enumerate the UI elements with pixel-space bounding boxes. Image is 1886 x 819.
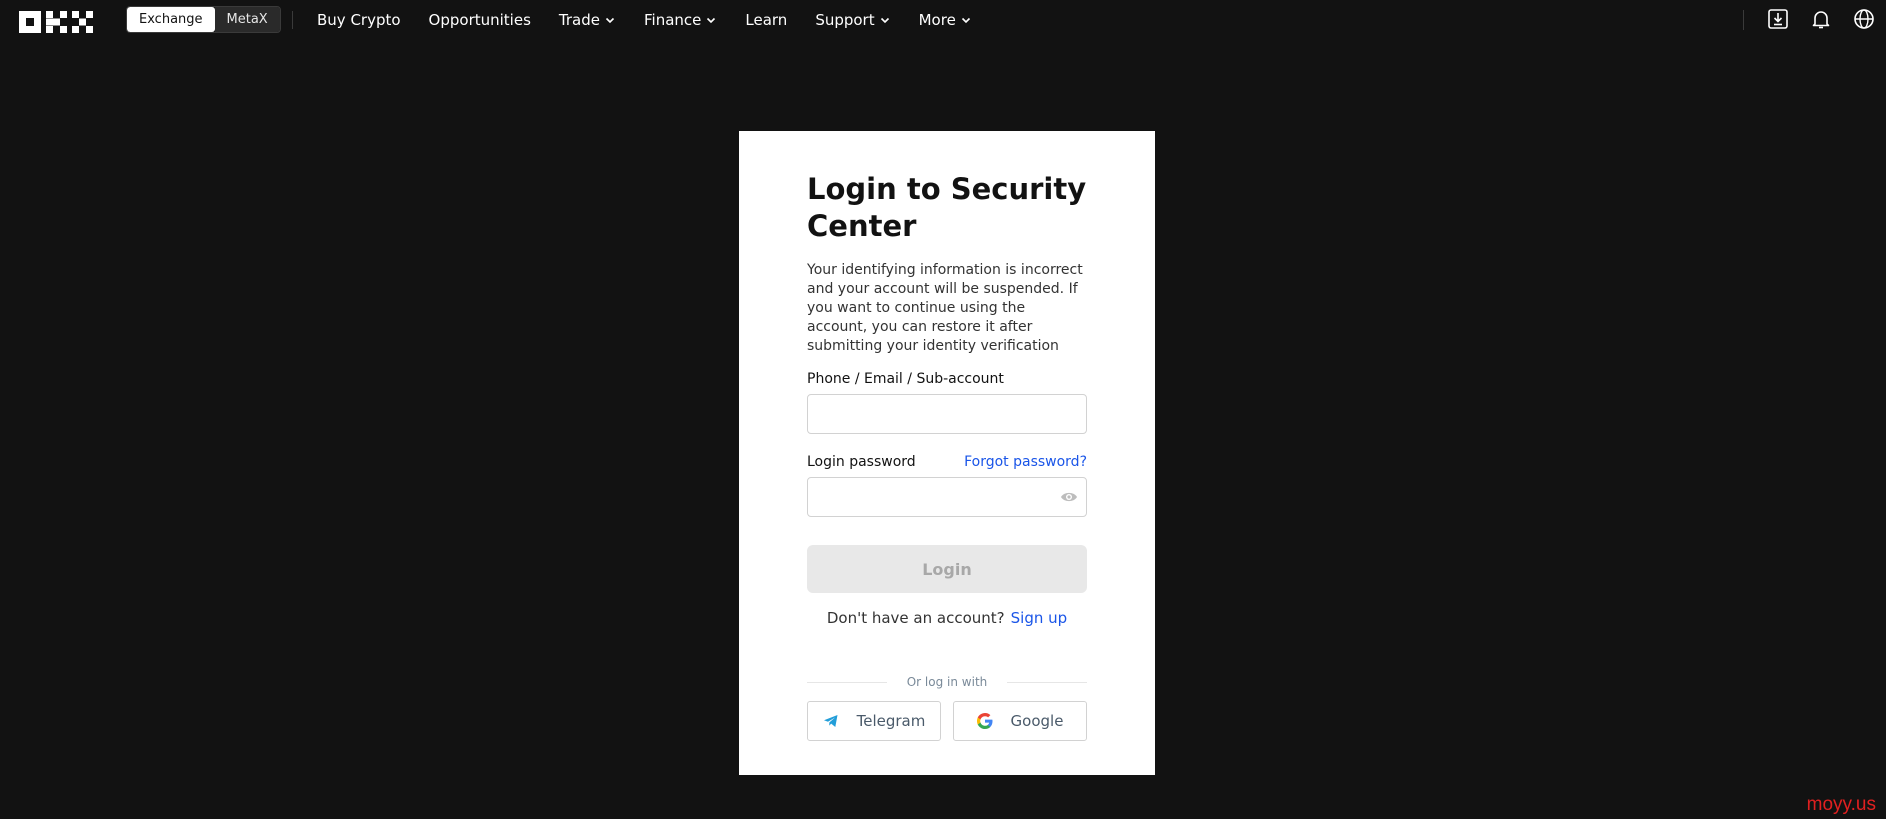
password-label: Login password (807, 454, 916, 470)
telegram-icon (823, 715, 838, 727)
chevron-down-icon (605, 17, 615, 24)
nav-label: Support (815, 11, 875, 29)
icons-divider (1743, 10, 1744, 30)
nav-label: More (918, 11, 956, 29)
or-log-in-with-text: Or log in with (906, 675, 988, 689)
download-icon[interactable] (1767, 8, 1789, 30)
password-input[interactable] (808, 478, 1086, 516)
account-label: Phone / Email / Sub-account (807, 371, 1004, 387)
nav-finance[interactable]: Finance (644, 11, 717, 29)
telegram-label: Telegram (856, 712, 926, 730)
eye-icon[interactable] (1060, 490, 1078, 504)
social-login-row: Telegram Google (807, 701, 1087, 741)
nav-label: Buy Crypto (317, 11, 401, 29)
chevron-down-icon (880, 17, 889, 24)
login-description: Your identifying information is incorrec… (807, 262, 1083, 354)
login-form: Login to Security Center Your identifyin… (807, 171, 1087, 741)
okx-logo[interactable] (19, 10, 99, 34)
forgot-password-link[interactable]: Forgot password? (964, 454, 1087, 470)
chevron-down-icon (707, 17, 716, 24)
nav-trade[interactable]: Trade (559, 11, 616, 29)
bell-icon[interactable] (1810, 8, 1832, 30)
google-label: Google (1010, 712, 1064, 730)
nav-label: Trade (558, 11, 600, 29)
nav-more[interactable]: More (919, 11, 972, 29)
nav-buy-crypto[interactable]: Buy Crypto (317, 11, 401, 29)
switch-metax[interactable]: MetaX (214, 7, 280, 32)
nav-divider (292, 11, 293, 29)
chevron-down-icon (961, 17, 970, 24)
globe-icon[interactable] (1853, 8, 1875, 30)
nav-label: Finance (643, 11, 702, 29)
login-card: Login to Security Center Your identifyin… (739, 131, 1155, 775)
password-field-wrapper (807, 477, 1087, 517)
social-divider: Or log in with (807, 675, 1087, 689)
switch-exchange[interactable]: Exchange (127, 7, 215, 32)
nav-opportunities[interactable]: Opportunities (429, 11, 531, 29)
password-label-row: Login password Forgot password? (807, 454, 1087, 470)
account-field-wrapper (807, 394, 1087, 434)
nav-support[interactable]: Support (815, 11, 890, 29)
exchange-metax-switch: Exchange MetaX (126, 6, 281, 33)
login-button[interactable]: Login (807, 545, 1087, 593)
page-title: Login to Security Center (807, 172, 1087, 243)
signup-row: Don't have an account? Sign up (807, 609, 1087, 627)
google-icon (976, 713, 993, 729)
divider-line-right (1006, 681, 1087, 683)
divider-line-left (807, 681, 887, 683)
top-navigation-bar: Exchange MetaX Buy Crypto Opportunities … (0, 0, 1886, 40)
main-nav: Buy Crypto Opportunities Trade Finance L… (317, 0, 1000, 40)
no-account-text: Don't have an account? (826, 609, 1005, 627)
watermark-text: moyy.us (1806, 794, 1876, 815)
google-login-button[interactable]: Google (953, 701, 1087, 741)
nav-label: Opportunities (428, 11, 531, 29)
nav-label: Learn (745, 11, 788, 29)
account-input[interactable] (808, 395, 1086, 433)
telegram-login-button[interactable]: Telegram (807, 701, 941, 741)
sign-up-link[interactable]: Sign up (1011, 609, 1068, 627)
nav-learn[interactable]: Learn (745, 11, 787, 29)
